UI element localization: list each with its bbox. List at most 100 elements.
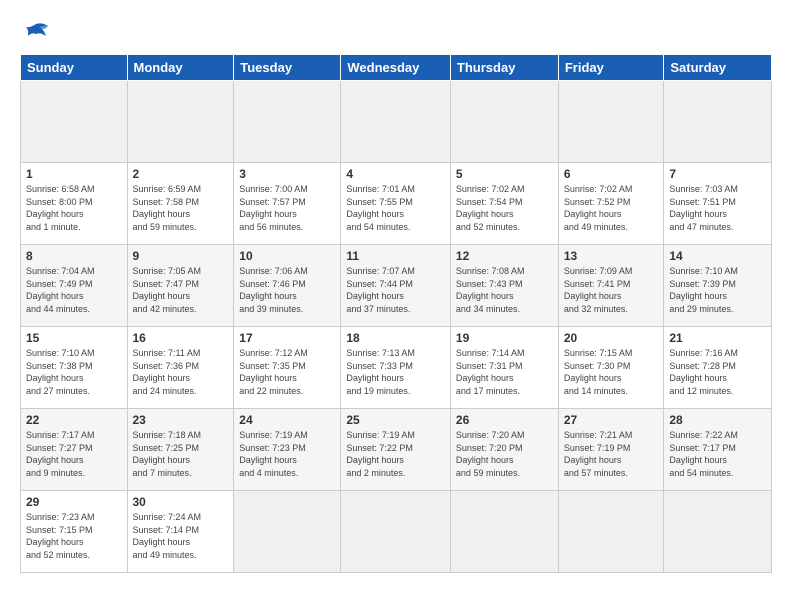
header-wednesday: Wednesday [341,55,451,81]
logo [20,20,52,44]
calendar-cell: 22 Sunrise: 7:17 AMSunset: 7:27 PMDaylig… [21,409,128,491]
calendar-week-row: 8 Sunrise: 7:04 AMSunset: 7:49 PMDayligh… [21,245,772,327]
calendar-cell: 17 Sunrise: 7:12 AMSunset: 7:35 PMDaylig… [234,327,341,409]
day-number: 27 [564,413,659,427]
cell-details: Sunrise: 7:03 AMSunset: 7:51 PMDaylight … [669,183,766,233]
calendar-cell: 25 Sunrise: 7:19 AMSunset: 7:22 PMDaylig… [341,409,451,491]
calendar-cell: 21 Sunrise: 7:16 AMSunset: 7:28 PMDaylig… [664,327,772,409]
calendar-cell [127,81,234,163]
calendar-week-row: 15 Sunrise: 7:10 AMSunset: 7:38 PMDaylig… [21,327,772,409]
day-number: 23 [133,413,229,427]
cell-details: Sunrise: 7:02 AMSunset: 7:54 PMDaylight … [456,183,553,233]
cell-details: Sunrise: 7:23 AMSunset: 7:15 PMDaylight … [26,511,122,561]
calendar-cell: 10 Sunrise: 7:06 AMSunset: 7:46 PMDaylig… [234,245,341,327]
day-number: 7 [669,167,766,181]
cell-details: Sunrise: 7:18 AMSunset: 7:25 PMDaylight … [133,429,229,479]
calendar-cell: 11 Sunrise: 7:07 AMSunset: 7:44 PMDaylig… [341,245,451,327]
cell-details: Sunrise: 7:00 AMSunset: 7:57 PMDaylight … [239,183,335,233]
day-number: 2 [133,167,229,181]
logo-bird-icon [22,22,50,44]
calendar-cell: 29 Sunrise: 7:23 AMSunset: 7:15 PMDaylig… [21,491,128,573]
calendar-cell: 27 Sunrise: 7:21 AMSunset: 7:19 PMDaylig… [558,409,664,491]
cell-details: Sunrise: 7:02 AMSunset: 7:52 PMDaylight … [564,183,659,233]
day-number: 26 [456,413,553,427]
calendar-cell: 16 Sunrise: 7:11 AMSunset: 7:36 PMDaylig… [127,327,234,409]
calendar-cell: 24 Sunrise: 7:19 AMSunset: 7:23 PMDaylig… [234,409,341,491]
day-number: 16 [133,331,229,345]
calendar-cell: 28 Sunrise: 7:22 AMSunset: 7:17 PMDaylig… [664,409,772,491]
calendar-cell: 6 Sunrise: 7:02 AMSunset: 7:52 PMDayligh… [558,163,664,245]
calendar-cell [664,491,772,573]
calendar-cell: 23 Sunrise: 7:18 AMSunset: 7:25 PMDaylig… [127,409,234,491]
cell-details: Sunrise: 7:11 AMSunset: 7:36 PMDaylight … [133,347,229,397]
calendar-cell: 9 Sunrise: 7:05 AMSunset: 7:47 PMDayligh… [127,245,234,327]
cell-details: Sunrise: 7:09 AMSunset: 7:41 PMDaylight … [564,265,659,315]
cell-details: Sunrise: 7:07 AMSunset: 7:44 PMDaylight … [346,265,445,315]
cell-details: Sunrise: 7:19 AMSunset: 7:22 PMDaylight … [346,429,445,479]
calendar-cell [234,81,341,163]
day-number: 1 [26,167,122,181]
day-number: 17 [239,331,335,345]
calendar-cell: 1 Sunrise: 6:58 AMSunset: 8:00 PMDayligh… [21,163,128,245]
day-number: 9 [133,249,229,263]
calendar-cell: 12 Sunrise: 7:08 AMSunset: 7:43 PMDaylig… [450,245,558,327]
day-number: 18 [346,331,445,345]
day-number: 25 [346,413,445,427]
day-number: 12 [456,249,553,263]
calendar-week-row: 22 Sunrise: 7:17 AMSunset: 7:27 PMDaylig… [21,409,772,491]
day-number: 5 [456,167,553,181]
calendar-table: Sunday Monday Tuesday Wednesday Thursday… [20,54,772,573]
cell-details: Sunrise: 7:12 AMSunset: 7:35 PMDaylight … [239,347,335,397]
cell-details: Sunrise: 7:14 AMSunset: 7:31 PMDaylight … [456,347,553,397]
calendar-cell: 4 Sunrise: 7:01 AMSunset: 7:55 PMDayligh… [341,163,451,245]
header-sunday: Sunday [21,55,128,81]
cell-details: Sunrise: 7:17 AMSunset: 7:27 PMDaylight … [26,429,122,479]
calendar-cell: 2 Sunrise: 6:59 AMSunset: 7:58 PMDayligh… [127,163,234,245]
calendar-week-row: 1 Sunrise: 6:58 AMSunset: 8:00 PMDayligh… [21,163,772,245]
day-number: 19 [456,331,553,345]
day-number: 14 [669,249,766,263]
day-number: 11 [346,249,445,263]
day-number: 28 [669,413,766,427]
day-number: 21 [669,331,766,345]
calendar-week-row [21,81,772,163]
calendar-cell [450,491,558,573]
day-number: 29 [26,495,122,509]
calendar-cell [450,81,558,163]
page-header [20,20,772,44]
cell-details: Sunrise: 7:04 AMSunset: 7:49 PMDaylight … [26,265,122,315]
calendar-cell [341,491,451,573]
calendar-cell: 15 Sunrise: 7:10 AMSunset: 7:38 PMDaylig… [21,327,128,409]
calendar-cell: 7 Sunrise: 7:03 AMSunset: 7:51 PMDayligh… [664,163,772,245]
cell-details: Sunrise: 7:19 AMSunset: 7:23 PMDaylight … [239,429,335,479]
calendar-cell: 19 Sunrise: 7:14 AMSunset: 7:31 PMDaylig… [450,327,558,409]
cell-details: Sunrise: 7:24 AMSunset: 7:14 PMDaylight … [133,511,229,561]
header-thursday: Thursday [450,55,558,81]
calendar-cell [234,491,341,573]
day-number: 4 [346,167,445,181]
calendar-week-row: 29 Sunrise: 7:23 AMSunset: 7:15 PMDaylig… [21,491,772,573]
calendar-cell [558,81,664,163]
cell-details: Sunrise: 7:10 AMSunset: 7:38 PMDaylight … [26,347,122,397]
day-number: 15 [26,331,122,345]
cell-details: Sunrise: 7:16 AMSunset: 7:28 PMDaylight … [669,347,766,397]
calendar-cell: 3 Sunrise: 7:00 AMSunset: 7:57 PMDayligh… [234,163,341,245]
calendar-cell: 20 Sunrise: 7:15 AMSunset: 7:30 PMDaylig… [558,327,664,409]
calendar-cell [21,81,128,163]
cell-details: Sunrise: 7:08 AMSunset: 7:43 PMDaylight … [456,265,553,315]
day-number: 10 [239,249,335,263]
cell-details: Sunrise: 7:13 AMSunset: 7:33 PMDaylight … [346,347,445,397]
day-number: 22 [26,413,122,427]
calendar-cell [341,81,451,163]
page-container: Sunday Monday Tuesday Wednesday Thursday… [0,0,792,583]
day-number: 3 [239,167,335,181]
cell-details: Sunrise: 7:01 AMSunset: 7:55 PMDaylight … [346,183,445,233]
calendar-cell: 18 Sunrise: 7:13 AMSunset: 7:33 PMDaylig… [341,327,451,409]
calendar-cell: 5 Sunrise: 7:02 AMSunset: 7:54 PMDayligh… [450,163,558,245]
calendar-cell: 14 Sunrise: 7:10 AMSunset: 7:39 PMDaylig… [664,245,772,327]
day-number: 24 [239,413,335,427]
calendar-cell: 26 Sunrise: 7:20 AMSunset: 7:20 PMDaylig… [450,409,558,491]
day-number: 20 [564,331,659,345]
cell-details: Sunrise: 7:21 AMSunset: 7:19 PMDaylight … [564,429,659,479]
day-number: 6 [564,167,659,181]
